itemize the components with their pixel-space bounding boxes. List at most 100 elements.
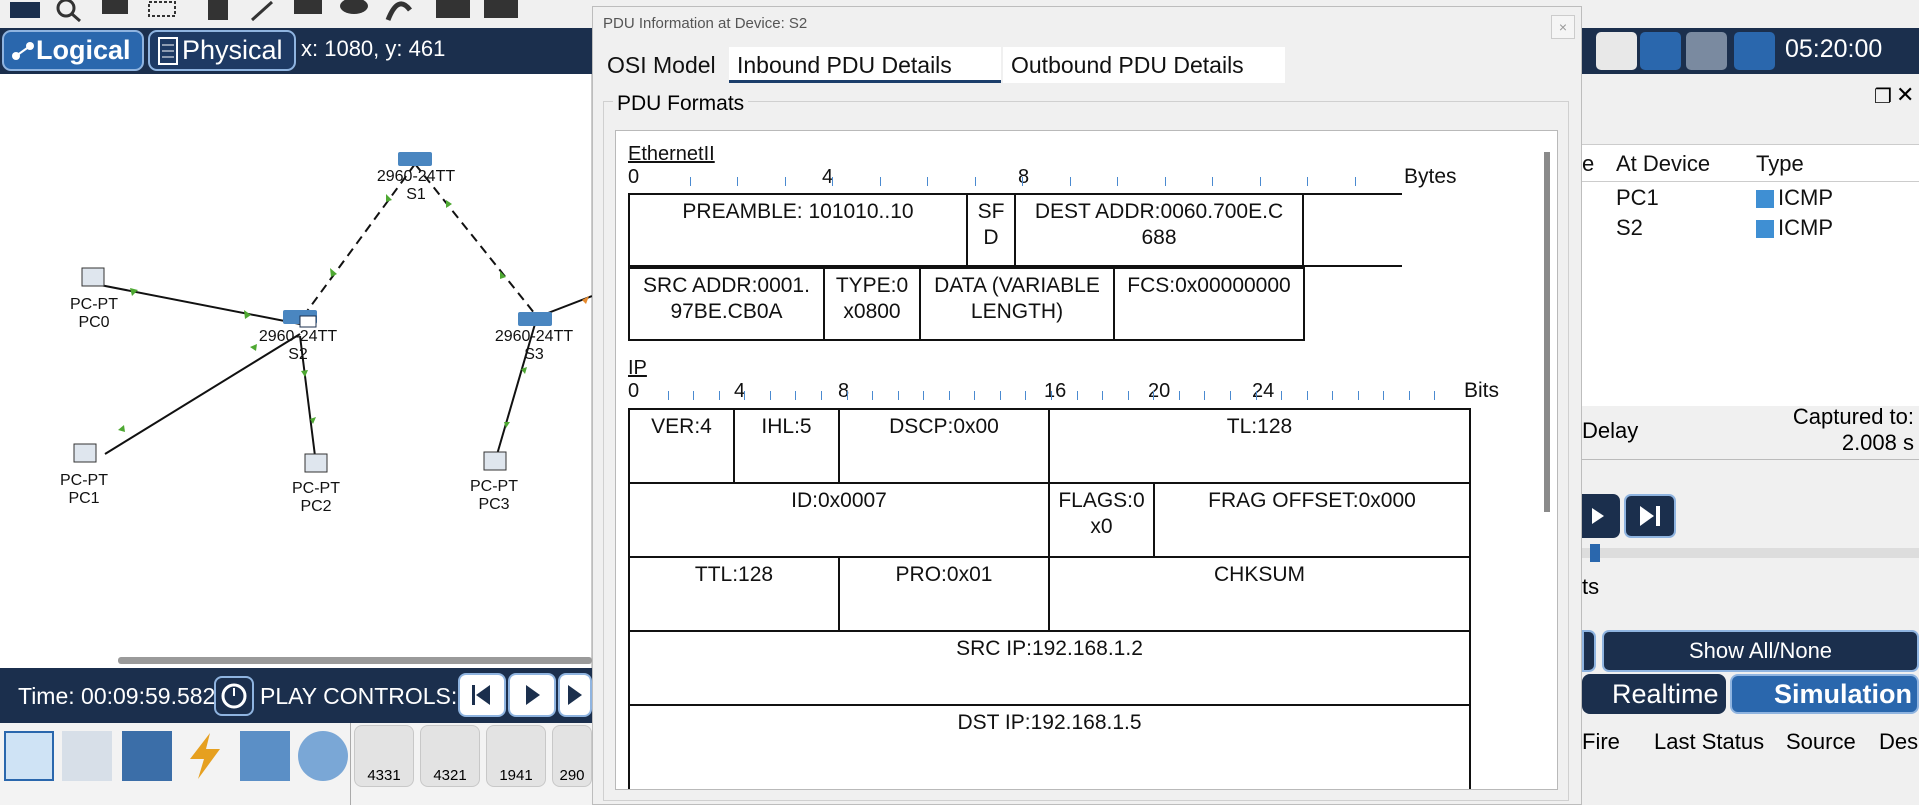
simulation-mode-button[interactable]: Simulation [1730,674,1919,714]
step-back-button[interactable] [458,673,506,717]
reset-time-icon[interactable] [214,676,254,716]
resize-shape-icon[interactable] [146,0,180,22]
dst-ip-field: DST IP:192.168.1.5 [628,704,1471,789]
end-devices-icon[interactable] [62,731,112,781]
ruler-tick [923,391,924,400]
network-devices-icon[interactable] [4,731,54,781]
ruler-tick [872,391,873,400]
connections-icon[interactable] [180,731,230,781]
ruler-tick [744,391,745,400]
ruler-tick [880,177,881,186]
add-simple-pdu-icon[interactable] [434,0,472,22]
pdu-table-header-last-status[interactable]: Last Status [1654,729,1764,755]
ip-section-title: IP [628,357,647,379]
device-tile-4321[interactable]: 4321 [420,725,480,787]
inspect-icon[interactable] [54,0,84,22]
multiuser-icon[interactable] [298,731,348,781]
device-label-s1: 2960-24TT S1 [376,168,456,203]
src-addr-field: SRC ADDR:0001. 97BE.CB0A [628,267,825,341]
close-dialog-button[interactable]: × [1551,15,1575,39]
device-tile-2901[interactable]: 290 [552,725,592,787]
physical-label: Physical [182,35,283,65]
draw-line-icon[interactable] [248,0,276,22]
close-panel-icon[interactable]: ✕ [1896,82,1914,108]
workspace-scrollbar[interactable] [118,657,592,664]
ruler-tick [1383,391,1384,400]
play-capture-button[interactable] [1582,494,1620,538]
delete-icon[interactable] [98,0,132,22]
ruler-tick [690,177,691,186]
protocol-field: PRO:0x01 [838,556,1050,632]
step-back-icon [472,685,490,705]
device-tile-4331[interactable]: 4331 [354,725,414,787]
note-icon[interactable] [204,0,232,22]
pc-icon [81,267,105,287]
play-button[interactable] [508,673,556,717]
move-icon[interactable] [1686,32,1727,70]
scale-label: 0 [628,380,640,402]
rectangle-icon[interactable] [292,0,324,22]
ellipse-icon[interactable] [338,0,370,22]
ihl-field: IHL:5 [733,408,840,484]
ruler-tick [1051,391,1052,400]
ruler-tick [821,391,822,400]
device-label-pc3: PC-PT PC3 [470,478,518,513]
topology-links [73,152,592,473]
show-all-none-button[interactable]: Show All/None [1602,630,1919,672]
physical-mode-button[interactable]: Physical [148,30,296,71]
tab-inbound-pdu-details[interactable]: Inbound PDU Details [729,47,1001,83]
pdu-table-header-destination[interactable]: Des [1879,729,1918,755]
edit-filters-button[interactable] [1582,630,1596,672]
sfd-field: SF D [966,193,1016,267]
logical-icon [12,41,34,60]
capture-forward-button[interactable] [1624,494,1676,538]
data-field: DATA (VARIABLE LENGTH) [919,267,1115,341]
ruler-tick [1025,391,1026,400]
tab-outbound-pdu-details[interactable]: Outbound PDU Details [1003,47,1285,83]
cloud-icon[interactable] [1640,32,1681,70]
ruler-tick [693,391,694,400]
step-forward-icon [568,685,582,705]
ruler-tick [1128,391,1129,400]
device-label-pc1: PC-PT PC1 [60,472,108,507]
device-tile-label: 1941 [499,767,533,784]
ruler-tick [1204,391,1205,400]
pdu-table-header-source[interactable]: Source [1786,729,1856,755]
back-icon[interactable] [1596,32,1637,70]
ruler-tick [1117,177,1118,186]
ruler-tick [719,391,720,400]
add-complex-pdu-icon[interactable] [482,0,520,22]
device-label-s3: 2960-24TT S3 [494,328,574,363]
tab-osi-model[interactable]: OSI Model [599,47,727,83]
ruler-tick [770,391,771,400]
select-icon[interactable] [6,0,46,22]
pdu-table-header-fire[interactable]: Fire [1582,729,1620,755]
miscellaneous-icon[interactable] [240,731,290,781]
landscape-icon[interactable] [1734,32,1775,70]
device-tile-label: 4321 [433,767,467,784]
device-label-pc2: PC-PT PC2 [292,480,340,515]
ruler-tick [1281,391,1282,400]
pdu-vertical-scrollbar[interactable] [1544,152,1550,512]
restore-icon[interactable]: ❐ [1874,84,1892,109]
event-at-device[interactable]: S2 [1616,215,1643,241]
event-type[interactable]: ICMP [1778,185,1833,211]
logical-mode-button[interactable]: Logical [2,30,144,71]
logical-workspace[interactable]: 2960-24TT S1 2960-24TT S2 2960-24TT S3 PC-P… [0,74,592,668]
pc-icon [483,451,507,471]
speed-slider-thumb[interactable] [1590,544,1600,562]
ruler-tick [1165,177,1166,186]
event-at-device[interactable]: PC1 [1616,185,1659,211]
step-forward-button[interactable] [558,673,592,717]
components-icon[interactable] [122,731,172,781]
switch-icon [398,152,432,166]
ruler-tick [1230,391,1231,400]
device-tile-1941[interactable]: 1941 [486,725,546,787]
freeform-icon[interactable] [384,0,414,22]
event-type[interactable]: ICMP [1778,215,1833,241]
simulation-panel: ❐ ✕ e At Device Type PC1 ICMP S2 ICMP De… [1582,74,1919,805]
speed-slider[interactable] [1582,544,1919,562]
clock: 05:20:00 [1785,35,1883,63]
event-color-icon [1756,220,1774,238]
realtime-mode-button[interactable]: Realtime [1582,674,1726,714]
